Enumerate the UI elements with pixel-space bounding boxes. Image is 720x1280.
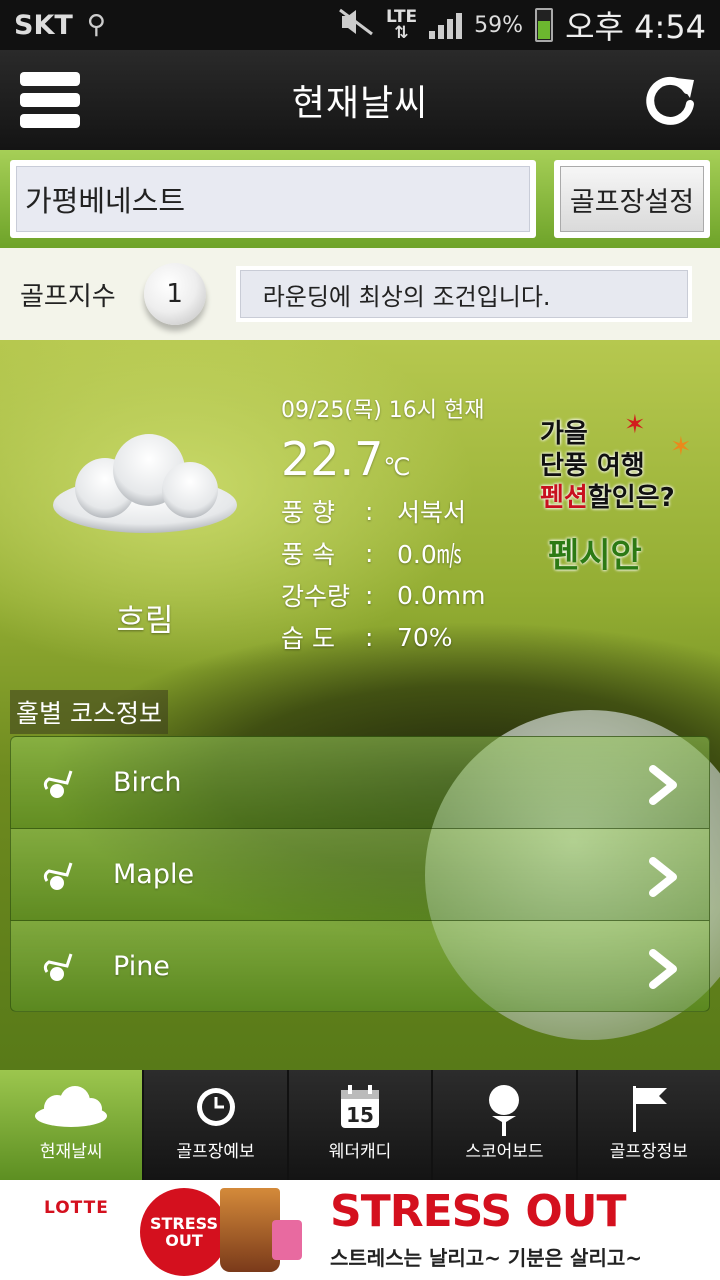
detail-key: 습 도 bbox=[281, 624, 335, 653]
detail-separator: : bbox=[365, 622, 374, 652]
golf-club-icon bbox=[43, 953, 73, 981]
lotte-logo: LOTTE bbox=[44, 1198, 109, 1218]
detail-key: 풍 속 bbox=[281, 540, 335, 569]
tab-course-info[interactable]: 골프장정보 bbox=[577, 1070, 720, 1180]
promo-line-3-red: 펜션 bbox=[540, 483, 588, 513]
course-name-field[interactable]: 가평베네스트 bbox=[10, 160, 536, 238]
tab-course-forecast[interactable]: 골프장예보 bbox=[144, 1070, 287, 1180]
detail-value: 0.0mm bbox=[397, 580, 486, 610]
course-settings-button[interactable]: 골프장설정 bbox=[554, 160, 710, 238]
tab-label: 현재날씨 bbox=[39, 1142, 103, 1162]
flag-icon bbox=[632, 1086, 667, 1132]
hole-course-item-pine[interactable]: Pine bbox=[10, 920, 710, 1012]
weather-detail-table: 풍 향 : 서북서 풍 속 : 0.0㎧ 강수량 : 0.0mm 습 도 : 7… bbox=[281, 490, 485, 658]
detail-value: 서북서 bbox=[397, 498, 467, 527]
battery-icon bbox=[535, 8, 554, 42]
menu-hamburger-icon[interactable] bbox=[20, 72, 80, 128]
promo-brand-logo[interactable]: 펜시안 bbox=[548, 528, 642, 577]
title-bar: 현재날씨 bbox=[0, 50, 720, 150]
temperature-unit: ℃ bbox=[383, 453, 411, 481]
chevron-right-icon bbox=[649, 949, 677, 989]
svg-text:15: 15 bbox=[346, 1103, 374, 1127]
wind-direction-row: 풍 향 : 서북서 bbox=[281, 490, 485, 532]
tab-weather-caddie[interactable]: 15 웨더캐디 bbox=[288, 1070, 432, 1180]
temperature: 22.7℃ bbox=[281, 432, 485, 486]
ad-subtitle: 스트레스는 날리고~ 기분은 살리고~ bbox=[330, 1246, 643, 1270]
wind-speed-row: 풍 속 : 0.0㎧ bbox=[281, 532, 485, 574]
ad-title: STRESS OUT bbox=[330, 1186, 627, 1237]
hole-course-name: Pine bbox=[113, 950, 170, 982]
tab-current-weather[interactable]: 현재날씨 bbox=[0, 1070, 143, 1180]
tab-scoreboard[interactable]: 스코어보드 bbox=[433, 1070, 576, 1180]
gift-image bbox=[272, 1220, 302, 1260]
hole-course-item-birch[interactable]: Birch bbox=[10, 736, 710, 828]
tab-label: 웨더캐디 bbox=[328, 1142, 392, 1162]
bottom-tab-bar: 현재날씨 골프장예보 15 웨더캐디 스코어보드 골프장정보 bbox=[0, 1070, 720, 1180]
detail-key: 풍 향 bbox=[281, 498, 335, 527]
lte-icon: LTE ⇅ bbox=[385, 7, 418, 43]
refresh-icon[interactable] bbox=[642, 72, 698, 128]
chevron-right-icon bbox=[649, 765, 677, 805]
tab-label: 스코어보드 bbox=[465, 1142, 544, 1162]
observation-datetime: 09/25(목) 16시 현재 bbox=[281, 398, 485, 423]
golf-tee-icon bbox=[489, 1085, 520, 1136]
status-bar: SKT ⚲ LTE ⇅ 59% 오후 4:54 bbox=[0, 0, 720, 50]
mute-vibrate-icon bbox=[338, 8, 374, 43]
temperature-value: 22.7 bbox=[281, 432, 384, 486]
calendar-icon: 15 bbox=[341, 1085, 380, 1128]
clock-icon bbox=[196, 1088, 235, 1126]
weather-condition: 흐림 bbox=[116, 603, 174, 639]
promo-ad[interactable]: 가을 단풍 여행 펜션할인은? ✶ ✶ bbox=[540, 410, 710, 514]
hole-course-name: Maple bbox=[113, 859, 195, 890]
course-settings-label: 골프장설정 bbox=[560, 166, 704, 232]
precipitation-row: 강수량 : 0.0mm bbox=[281, 574, 485, 616]
golf-index-message: 라운딩에 최상의 조건입니다. bbox=[239, 270, 688, 318]
golf-index-message-box: 라운딩에 최상의 조건입니다. bbox=[235, 266, 692, 322]
page-title: 현재날씨 bbox=[291, 83, 429, 124]
hole-course-header: 홀별 코스정보 bbox=[10, 690, 168, 734]
drink-image bbox=[220, 1188, 280, 1272]
promo-line-3-rest: 할인은? bbox=[587, 483, 675, 513]
detail-value: 70% bbox=[397, 622, 453, 652]
golf-club-icon bbox=[43, 770, 73, 798]
detail-key: 강수량 bbox=[281, 582, 351, 611]
cloudy-weather-icon bbox=[45, 430, 245, 540]
hole-course-item-maple[interactable]: Maple bbox=[10, 828, 710, 920]
golf-index-label: 골프지수 bbox=[20, 281, 116, 312]
detail-separator: : bbox=[365, 496, 374, 526]
detail-separator: : bbox=[365, 538, 374, 568]
clock-time: 오후 4:54 bbox=[565, 8, 706, 46]
promo-line-3: 펜션할인은? bbox=[540, 482, 710, 514]
maple-leaf-icon: ✶ bbox=[624, 410, 646, 440]
tab-label: 골프장예보 bbox=[176, 1142, 255, 1162]
hole-course-list: Birch Maple Pine bbox=[10, 736, 710, 1012]
golf-index-bar: 골프지수 1 라운딩에 최상의 조건입니다. bbox=[0, 248, 720, 340]
weather-panel: 흐림 09/25(목) 16시 현재 22.7℃ 풍 향 : 서북서 풍 속 :… bbox=[0, 340, 720, 1070]
carrier-label: SKT bbox=[14, 9, 73, 41]
tab-label: 골프장정보 bbox=[609, 1142, 688, 1162]
humidity-row: 습 도 : 70% bbox=[281, 616, 485, 658]
course-name-text: 가평베네스트 bbox=[16, 166, 530, 232]
usb-icon: ⚲ bbox=[86, 10, 106, 40]
course-bar: 가평베네스트 골프장설정 bbox=[0, 150, 720, 248]
stress-out-badge: STRESS OUT bbox=[140, 1188, 228, 1276]
maple-leaf-icon: ✶ bbox=[670, 432, 692, 462]
golf-club-icon bbox=[43, 862, 73, 890]
detail-separator: : bbox=[365, 580, 374, 610]
golf-index-value: 1 bbox=[143, 263, 206, 325]
signal-strength-icon bbox=[429, 11, 463, 39]
detail-value: 0.0㎧ bbox=[397, 540, 462, 569]
hole-course-name: Birch bbox=[113, 767, 182, 798]
ad-banner[interactable]: LOTTE STRESS OUT STRESS OUT 스트레스는 날리고~ 기… bbox=[0, 1180, 720, 1280]
cloud-icon bbox=[35, 1086, 108, 1127]
battery-percent: 59% bbox=[474, 12, 524, 38]
weather-details: 09/25(목) 16시 현재 22.7℃ 풍 향 : 서북서 풍 속 : 0.… bbox=[281, 392, 485, 658]
chevron-right-icon bbox=[649, 857, 677, 897]
